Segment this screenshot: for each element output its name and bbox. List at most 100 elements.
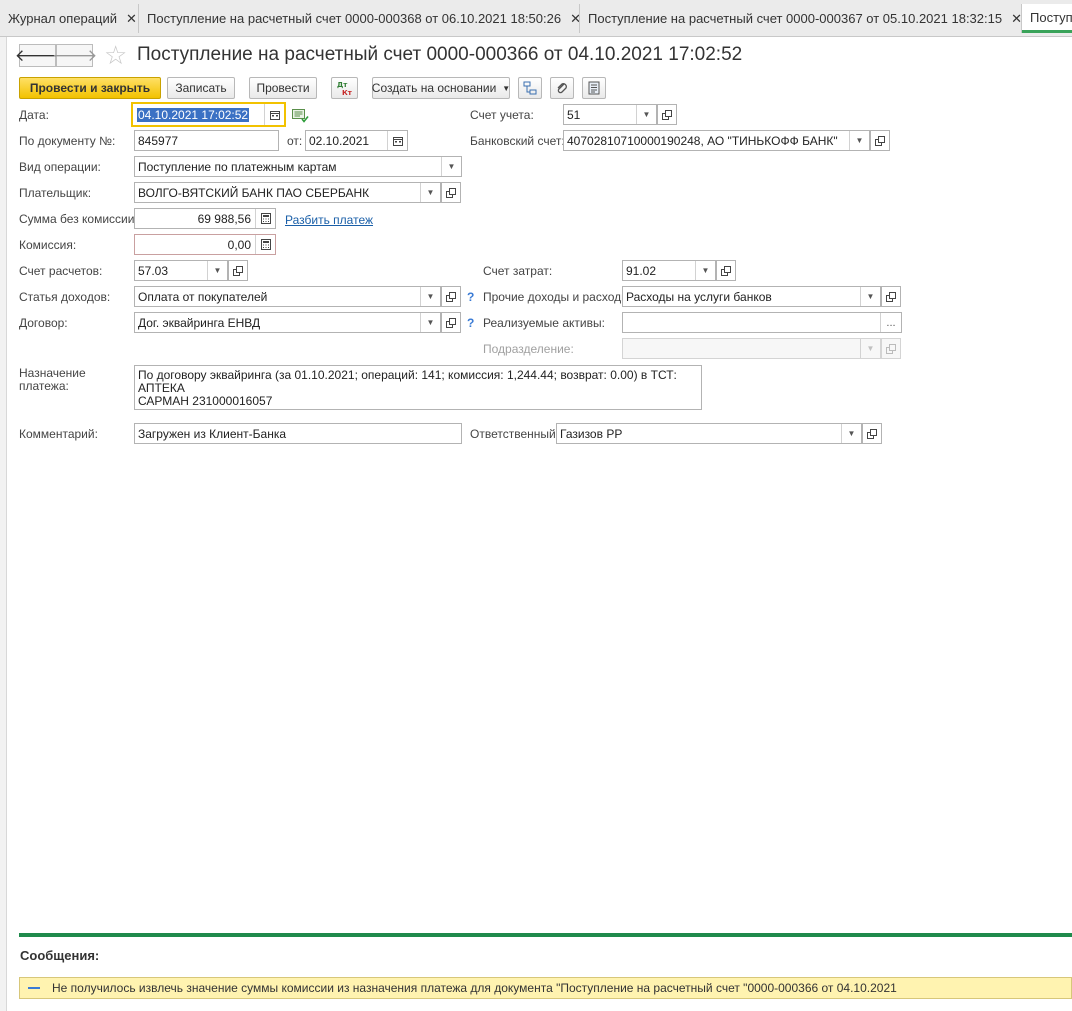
- tab-bar: Журнал операций ✕ Поступление на расчетн…: [0, 0, 1072, 37]
- doc-date-field[interactable]: 02.10.2021: [305, 130, 408, 151]
- tab-receipt-366[interactable]: Поступлен: [1022, 4, 1072, 33]
- cost-account-field[interactable]: 91.02 ▼: [622, 260, 716, 281]
- history-icon[interactable]: [292, 109, 309, 123]
- close-icon[interactable]: ✕: [570, 11, 579, 27]
- dropdown-icon[interactable]: ▼: [860, 287, 880, 306]
- message-item[interactable]: Не получилось извлечь значение суммы ком…: [19, 977, 1072, 999]
- ellipsis-icon[interactable]: ...: [880, 313, 901, 332]
- payment-purpose-textarea[interactable]: По договору эквайринга (за 01.10.2021; о…: [134, 365, 702, 410]
- from-label: от:: [287, 134, 303, 148]
- doc-number-field[interactable]: 845977: [134, 130, 279, 151]
- svg-text:Кт: Кт: [342, 89, 353, 96]
- dropdown-icon[interactable]: ▼: [695, 261, 715, 280]
- report-icon: [588, 81, 600, 95]
- dropdown-icon[interactable]: ▼: [636, 105, 656, 124]
- open-icon: [886, 291, 896, 302]
- collapse-icon[interactable]: [28, 987, 40, 989]
- other-income-expense-field[interactable]: Расходы на услуги банков ▼: [622, 286, 881, 307]
- open-bank-account-button[interactable]: [870, 130, 890, 151]
- tab-label: Поступление на расчетный счет 0000-00036…: [588, 11, 1003, 26]
- doc-no-label: По документу №:: [19, 134, 116, 148]
- comment-value: Загружен из Клиент-Банка: [138, 426, 287, 441]
- responsible-field[interactable]: Газизов РР ▼: [556, 423, 862, 444]
- open-responsible-button[interactable]: [862, 423, 882, 444]
- calendar-icon[interactable]: [264, 104, 284, 125]
- dt-kt-button[interactable]: Дт Кт: [331, 77, 358, 99]
- close-icon[interactable]: ✕: [1011, 11, 1021, 27]
- dropdown-icon[interactable]: ▼: [841, 424, 861, 443]
- open-account-button[interactable]: [657, 104, 677, 125]
- structure-button[interactable]: [518, 77, 542, 99]
- report-button[interactable]: [582, 77, 606, 99]
- settlement-account-value: 57.03: [138, 263, 169, 278]
- post-button[interactable]: Провести: [249, 77, 317, 99]
- forward-arrow-icon: 🡒: [51, 45, 98, 65]
- purpose-label-line2: платежа:: [19, 379, 69, 393]
- close-icon[interactable]: ✕: [126, 11, 137, 27]
- open-settlement-account-button[interactable]: [228, 260, 248, 281]
- page-title: Поступление на расчетный счет 0000-00036…: [137, 44, 743, 65]
- open-cost-account-button[interactable]: [716, 260, 736, 281]
- help-icon[interactable]: ?: [467, 290, 474, 304]
- open-payer-button[interactable]: [441, 182, 461, 203]
- open-income-item-button[interactable]: [441, 286, 461, 307]
- comment-field[interactable]: Загружен из Клиент-Банка: [134, 423, 462, 444]
- contract-value: Дог. эквайринга ЕНВД: [138, 315, 261, 330]
- dropdown-icon: ▼: [860, 339, 880, 358]
- date-field[interactable]: 04.10.2021 17:02:52: [131, 102, 286, 127]
- commission-label: Комиссия:: [19, 238, 77, 252]
- open-icon: [886, 343, 896, 354]
- division-field: ▼: [622, 338, 881, 359]
- back-button[interactable]: 🡐: [15, 44, 60, 67]
- dropdown-icon[interactable]: ▼: [441, 157, 461, 176]
- tab-receipt-367[interactable]: Поступление на расчетный счет 0000-00036…: [580, 4, 1022, 33]
- account-value: 51: [567, 107, 581, 122]
- tab-receipt-368[interactable]: Поступление на расчетный счет 0000-00036…: [139, 4, 580, 33]
- dropdown-icon[interactable]: ▼: [207, 261, 227, 280]
- account-field[interactable]: 51 ▼: [563, 104, 657, 125]
- attachments-button[interactable]: [550, 77, 574, 99]
- star-icon[interactable]: ☆: [104, 42, 127, 68]
- sum-label: Сумма без комиссии:: [19, 212, 138, 226]
- calculator-icon[interactable]: [255, 209, 275, 228]
- account-label: Счет учета:: [470, 108, 534, 122]
- dropdown-icon[interactable]: ▼: [849, 131, 869, 150]
- commission-field[interactable]: 0,00: [134, 234, 276, 255]
- operation-type-select[interactable]: Поступление по платежным картам ▼: [134, 156, 462, 177]
- forward-button[interactable]: 🡒: [52, 44, 97, 67]
- open-icon: [875, 135, 885, 146]
- sum-field[interactable]: 69 988,56: [134, 208, 276, 229]
- payer-value: ВОЛГО-ВЯТСКИЙ БАНК ПАО СБЕРБАНК: [138, 185, 370, 200]
- open-contract-button[interactable]: [441, 312, 461, 333]
- other-income-expense-label: Прочие доходы и расходы:: [483, 290, 634, 304]
- calendar-icon[interactable]: [387, 131, 407, 150]
- calculator-icon[interactable]: [255, 235, 275, 254]
- open-other-income-expense-button[interactable]: [881, 286, 901, 307]
- post-and-close-button[interactable]: Провести и закрыть: [19, 77, 161, 99]
- division-label: Подразделение:: [483, 342, 574, 356]
- dropdown-icon[interactable]: ▼: [420, 313, 440, 332]
- tab-label: Поступление на расчетный счет 0000-00036…: [147, 11, 562, 26]
- income-item-field[interactable]: Оплата от покупателей ▼: [134, 286, 441, 307]
- open-icon: [662, 109, 672, 120]
- paperclip-icon: [557, 83, 567, 94]
- help-icon[interactable]: ?: [467, 316, 474, 330]
- date-value: 04.10.2021 17:02:52: [137, 107, 250, 122]
- open-icon: [446, 291, 456, 302]
- tab-operations-journal[interactable]: Журнал операций ✕: [0, 4, 139, 33]
- tab-label: Журнал операций: [8, 11, 117, 26]
- sold-assets-field[interactable]: ...: [622, 312, 902, 333]
- save-button[interactable]: Записать: [167, 77, 235, 99]
- settlement-account-field[interactable]: 57.03 ▼: [134, 260, 228, 281]
- split-payment-link[interactable]: Разбить платеж: [285, 213, 373, 227]
- bank-account-field[interactable]: 40702810710000190248, АО "ТИНЬКОФФ БАНК"…: [563, 130, 870, 151]
- bank-account-label: Банковский счет:: [470, 134, 565, 148]
- dropdown-icon[interactable]: ▼: [420, 287, 440, 306]
- contract-field[interactable]: Дог. эквайринга ЕНВД ▼: [134, 312, 441, 333]
- doc-date-value: 02.10.2021: [309, 133, 370, 148]
- payer-field[interactable]: ВОЛГО-ВЯТСКИЙ БАНК ПАО СБЕРБАНК ▼: [134, 182, 441, 203]
- create-based-on-button[interactable]: Создать на основании ▼: [372, 77, 510, 99]
- dropdown-icon[interactable]: ▼: [420, 183, 440, 202]
- create-based-on-label: Создать на основании: [371, 81, 497, 95]
- sum-value: 69 988,56: [197, 211, 251, 226]
